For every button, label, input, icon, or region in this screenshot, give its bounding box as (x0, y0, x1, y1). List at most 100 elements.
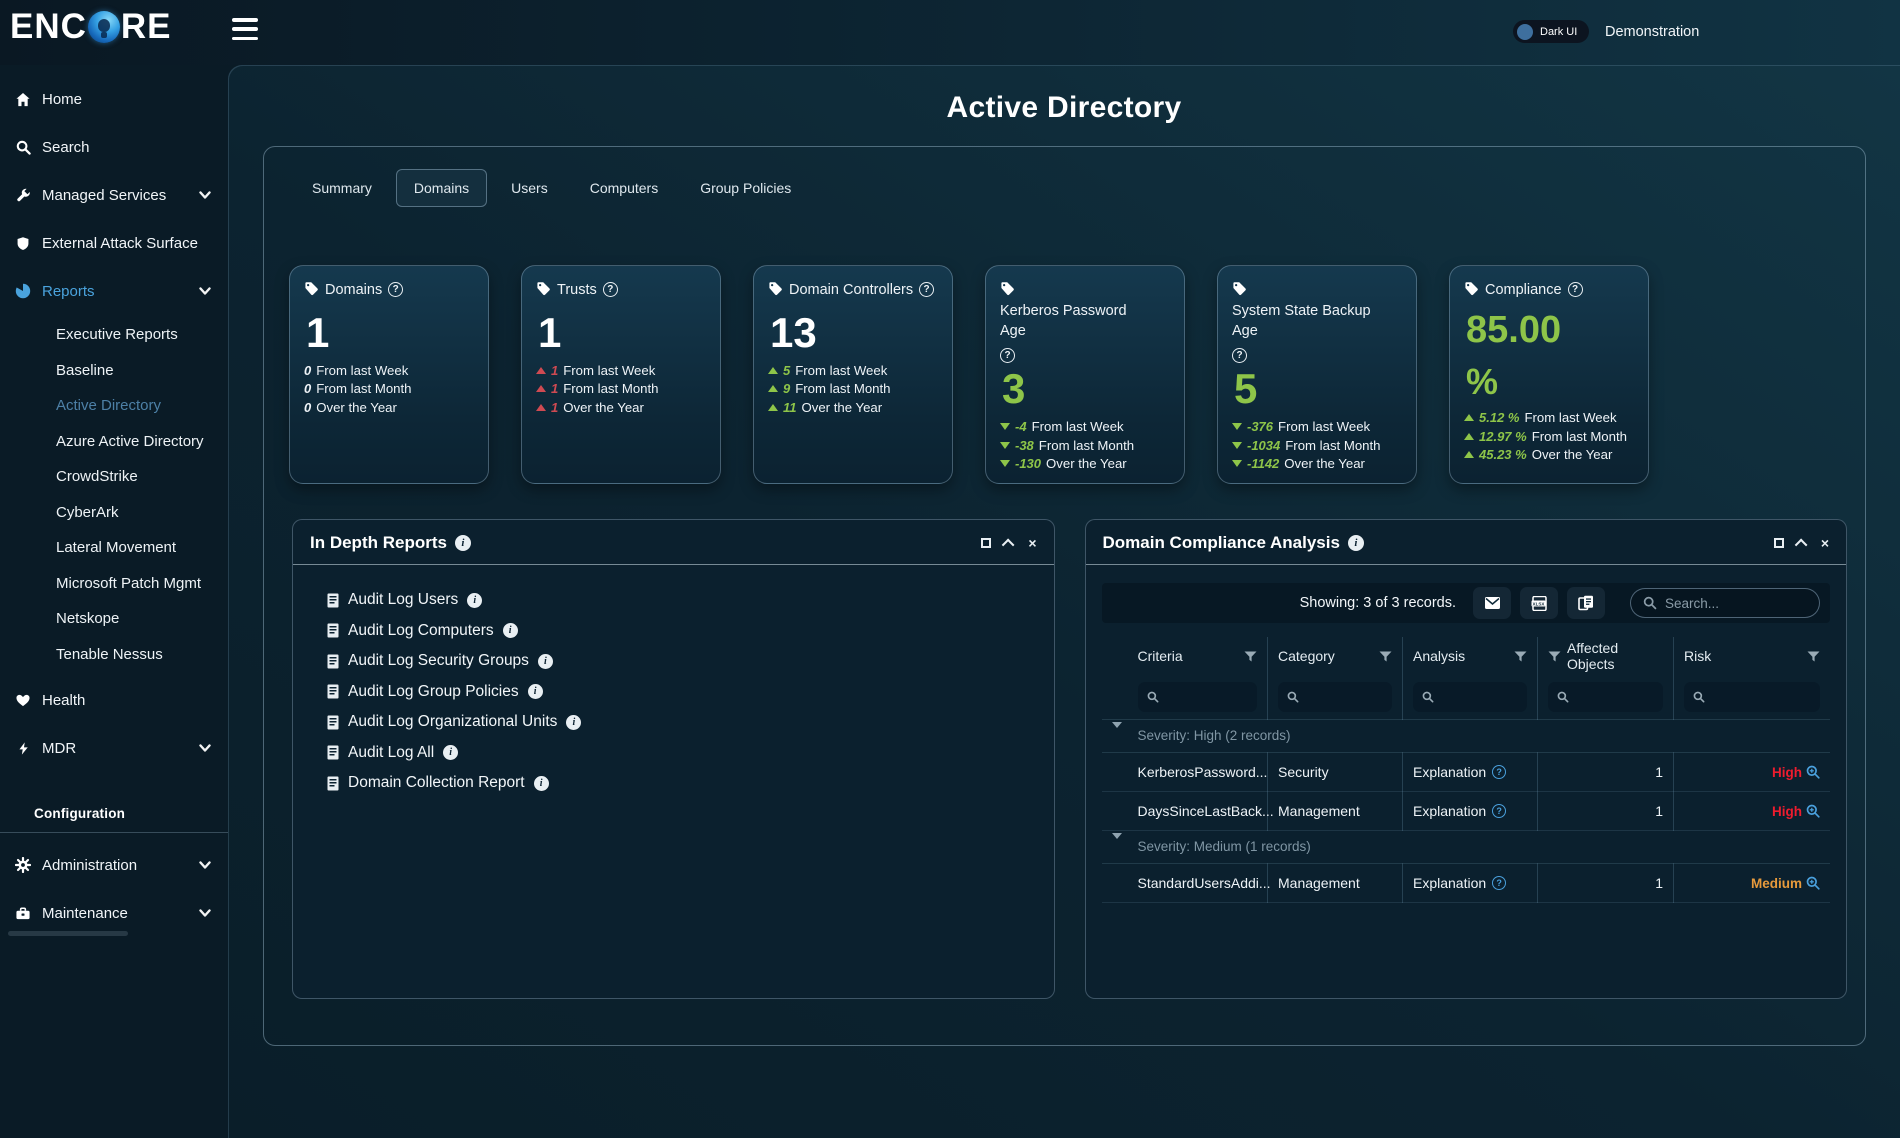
explanation-link[interactable]: Explanation (1413, 764, 1486, 780)
sidebar-subitem-microsoft-patch-mgmt[interactable]: Microsoft Patch Mgmt (0, 566, 228, 602)
sidebar-subitem-lateral-movement[interactable]: Lateral Movement (0, 530, 228, 566)
sidebar-subitem-azure-active-directory[interactable]: Azure Active Directory (0, 424, 228, 460)
table-row[interactable]: DaysSinceLastBack... Management Explanat… (1102, 791, 1831, 830)
tab-computers[interactable]: Computers (572, 169, 676, 207)
sidebar-subitem-crowdstrike[interactable]: CrowdStrike (0, 459, 228, 495)
trend-down-icon (1232, 442, 1242, 449)
help-icon[interactable]: ? (1492, 804, 1506, 818)
trend-label: From last Week (1278, 419, 1370, 434)
help-icon[interactable]: ? (1492, 876, 1506, 890)
sidebar-item-managed-services[interactable]: Managed Services (0, 171, 228, 219)
filter-funnel-icon[interactable] (1548, 651, 1561, 662)
zoom-in-icon[interactable] (1806, 804, 1820, 818)
info-icon[interactable]: i (534, 776, 549, 791)
info-icon[interactable]: i (566, 715, 581, 730)
report-link-domain-collection-report[interactable]: Domain Collection Reporti (327, 774, 1034, 792)
maximize-icon[interactable] (1774, 537, 1784, 549)
sidebar-subitem-netskope[interactable]: Netskope (0, 601, 228, 637)
sidebar-subitem-executive-reports[interactable]: Executive Reports (0, 317, 228, 353)
email-button[interactable] (1473, 587, 1511, 619)
copy-button[interactable] (1567, 587, 1605, 619)
table-row[interactable]: KerberosPassword... Security Explanation… (1102, 752, 1831, 791)
zoom-in-icon[interactable] (1806, 765, 1820, 779)
help-icon[interactable]: ? (1568, 282, 1583, 297)
help-icon[interactable]: ? (919, 282, 934, 297)
report-link-audit-log-group-policies[interactable]: Audit Log Group Policiesi (327, 683, 1034, 701)
table-row[interactable]: StandardUsersAddi... Management Explanat… (1102, 863, 1831, 902)
help-icon[interactable]: ? (1492, 765, 1506, 779)
trend-label: From last Week (316, 363, 408, 378)
tab-summary[interactable]: Summary (294, 169, 390, 207)
sidebar-scrollbar[interactable] (8, 931, 128, 936)
filter-funnel-icon[interactable] (1244, 651, 1257, 662)
sidebar-item-reports[interactable]: Reports (0, 267, 228, 315)
info-icon[interactable]: i (467, 593, 482, 608)
sidebar-subitem-cyberark[interactable]: CyberArk (0, 495, 228, 531)
help-icon[interactable]: ? (1000, 348, 1015, 363)
pie-chart-icon (14, 283, 32, 300)
maximize-icon[interactable] (981, 537, 991, 549)
close-icon[interactable]: × (1028, 537, 1036, 549)
sidebar-subitem-baseline[interactable]: Baseline (0, 353, 228, 389)
info-icon[interactable]: i (455, 535, 471, 551)
search-icon (1147, 691, 1159, 703)
report-link-audit-log-users[interactable]: Audit Log Usersi (327, 591, 1034, 609)
menu-icon[interactable] (232, 18, 258, 40)
dark-ui-toggle[interactable]: Dark UI (1513, 20, 1589, 43)
filter-funnel-icon[interactable] (1379, 651, 1392, 662)
report-link-audit-log-security-groups[interactable]: Audit Log Security Groupsi (327, 652, 1034, 670)
page-title: Active Directory (228, 91, 1900, 125)
sidebar-item-maintenance[interactable]: Maintenance (0, 889, 228, 937)
trend-value: -38 (1015, 438, 1034, 453)
trend-label: From last Month (1285, 438, 1380, 453)
info-icon[interactable]: i (1348, 535, 1364, 551)
search-input[interactable] (1665, 596, 1807, 611)
user-menu[interactable]: Demonstration (1605, 24, 1699, 40)
close-icon[interactable]: × (1821, 537, 1829, 549)
affected-objects-filter-input[interactable] (1548, 682, 1663, 712)
affected-objects-cell: 1 (1538, 791, 1674, 830)
category-filter-input[interactable] (1278, 682, 1392, 712)
sidebar-subitem-active-directory[interactable]: Active Directory (0, 388, 228, 424)
info-icon[interactable]: i (528, 684, 543, 699)
analysis-filter-input[interactable] (1413, 682, 1527, 712)
sidebar-item-health[interactable]: Health (0, 676, 228, 724)
help-icon[interactable]: ? (1232, 348, 1247, 363)
collapse-group-icon[interactable] (1112, 722, 1122, 743)
trend-value: -1034 (1247, 438, 1280, 453)
tab-domains[interactable]: Domains (396, 169, 487, 207)
explanation-link[interactable]: Explanation (1413, 803, 1486, 819)
export-xlsx-button[interactable]: XLSX (1520, 587, 1558, 619)
report-link-audit-log-computers[interactable]: Audit Log Computersi (327, 622, 1034, 640)
sidebar-item-home[interactable]: Home (0, 75, 228, 123)
filter-funnel-icon[interactable] (1514, 651, 1527, 662)
column-header: Risk (1684, 648, 1711, 664)
trend-value: 1 (551, 381, 558, 396)
criteria-filter-input[interactable] (1138, 682, 1258, 712)
tab-users[interactable]: Users (493, 169, 566, 207)
collapse-group-icon[interactable] (1112, 833, 1122, 854)
collapse-icon[interactable] (1798, 537, 1807, 549)
explanation-link[interactable]: Explanation (1413, 875, 1486, 891)
risk-filter-input[interactable] (1684, 682, 1820, 712)
zoom-in-icon[interactable] (1806, 876, 1820, 890)
category-cell: Management (1268, 791, 1403, 830)
sidebar-item-search[interactable]: Search (0, 123, 228, 171)
sidebar-item-administration[interactable]: Administration (0, 841, 228, 889)
report-link-audit-log-all[interactable]: Audit Log Alli (327, 744, 1034, 762)
report-link-audit-log-organizational-units[interactable]: Audit Log Organizational Unitsi (327, 713, 1034, 731)
trend-label: Over the Year (1532, 447, 1613, 462)
tab-group-policies[interactable]: Group Policies (682, 169, 809, 207)
encore-logo[interactable]: ENC RE (10, 7, 172, 47)
trend-label: From last Month (563, 381, 658, 396)
sidebar-subitem-tenable-nessus[interactable]: Tenable Nessus (0, 637, 228, 673)
info-icon[interactable]: i (503, 623, 518, 638)
collapse-icon[interactable] (1005, 537, 1014, 549)
info-icon[interactable]: i (443, 745, 458, 760)
sidebar-item-external-attack-surface[interactable]: External Attack Surface (0, 219, 228, 267)
filter-funnel-icon[interactable] (1807, 651, 1820, 662)
info-icon[interactable]: i (538, 654, 553, 669)
help-icon[interactable]: ? (603, 282, 618, 297)
help-icon[interactable]: ? (388, 282, 403, 297)
sidebar-item-mdr[interactable]: MDR (0, 724, 228, 772)
